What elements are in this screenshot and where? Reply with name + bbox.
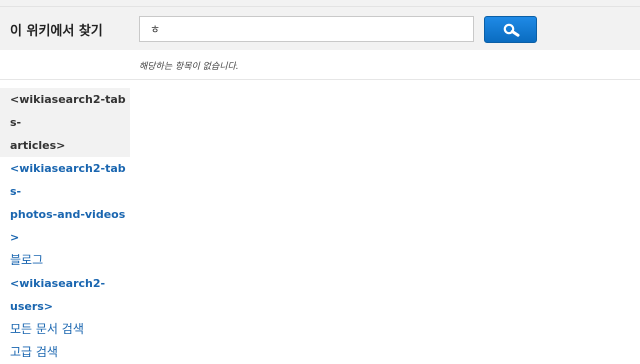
tab-articles-label-1: <wikiasearch2-tabs- [10,93,126,129]
top-border [0,0,640,7]
tab-articles[interactable]: <wikiasearch2-tabs- articles> [0,88,130,157]
advanced-search-label: 고급 검색 [10,345,58,359]
results-area: 해당하는 항목이 없습니다. [0,51,640,80]
search-title: 이 위키에서 찾기 [10,24,103,39]
tab-articles-label-2: articles> [10,139,66,152]
advanced-search-link[interactable]: 고급 검색 [0,341,130,364]
search-all-pages-label: 모든 문서 검색 [10,322,84,336]
search-icon [503,23,520,37]
tab-blog[interactable]: 블로그 [0,249,130,272]
tab-users-label-2: users> [10,300,54,313]
tab-users[interactable]: <wikiasearch2- users> [0,272,130,318]
tab-photos-and-videos[interactable]: <wikiasearch2-tabs- photos-and-videos> [0,157,130,249]
search-button[interactable] [484,16,537,43]
search-all-pages-link[interactable]: 모든 문서 검색 [0,318,130,341]
tab-photos-label-2: photos-and-videos> [10,208,126,244]
search-input[interactable] [139,16,474,42]
tab-blog-label: 블로그 [10,253,44,267]
no-results-message: 해당하는 항목이 없습니다. [139,62,239,72]
search-header: 이 위키에서 찾기 [0,7,640,50]
tab-photos-label-1: <wikiasearch2-tabs- [10,162,126,198]
tab-users-label-1: <wikiasearch2- [10,277,106,290]
search-tabs-sidebar: <wikiasearch2-tabs- articles> <wikiasear… [0,88,130,364]
